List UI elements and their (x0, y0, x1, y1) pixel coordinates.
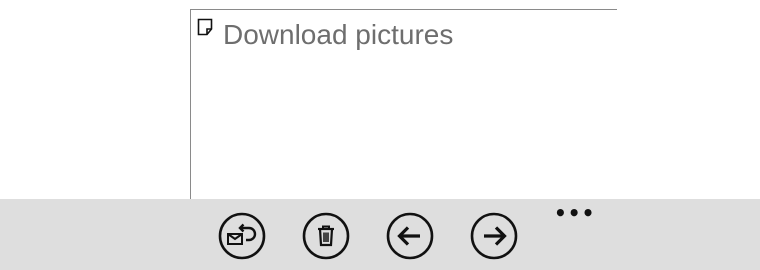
app-bar: ••• (0, 199, 760, 270)
previous-button[interactable] (386, 212, 434, 260)
reply-button[interactable] (218, 212, 266, 260)
note-title: Download pictures (223, 19, 454, 50)
note-icon (197, 18, 213, 36)
delete-button[interactable] (302, 212, 350, 260)
reply-icon (218, 212, 266, 260)
next-button[interactable] (470, 212, 518, 260)
trash-icon (302, 212, 350, 260)
note-panel: Download pictures (190, 9, 617, 204)
arrow-left-icon (386, 212, 434, 260)
page: Download pictures ••• (0, 0, 760, 270)
arrow-right-icon (470, 212, 518, 260)
more-options-button[interactable]: ••• (554, 201, 594, 225)
note-item[interactable]: Download pictures (197, 18, 453, 52)
